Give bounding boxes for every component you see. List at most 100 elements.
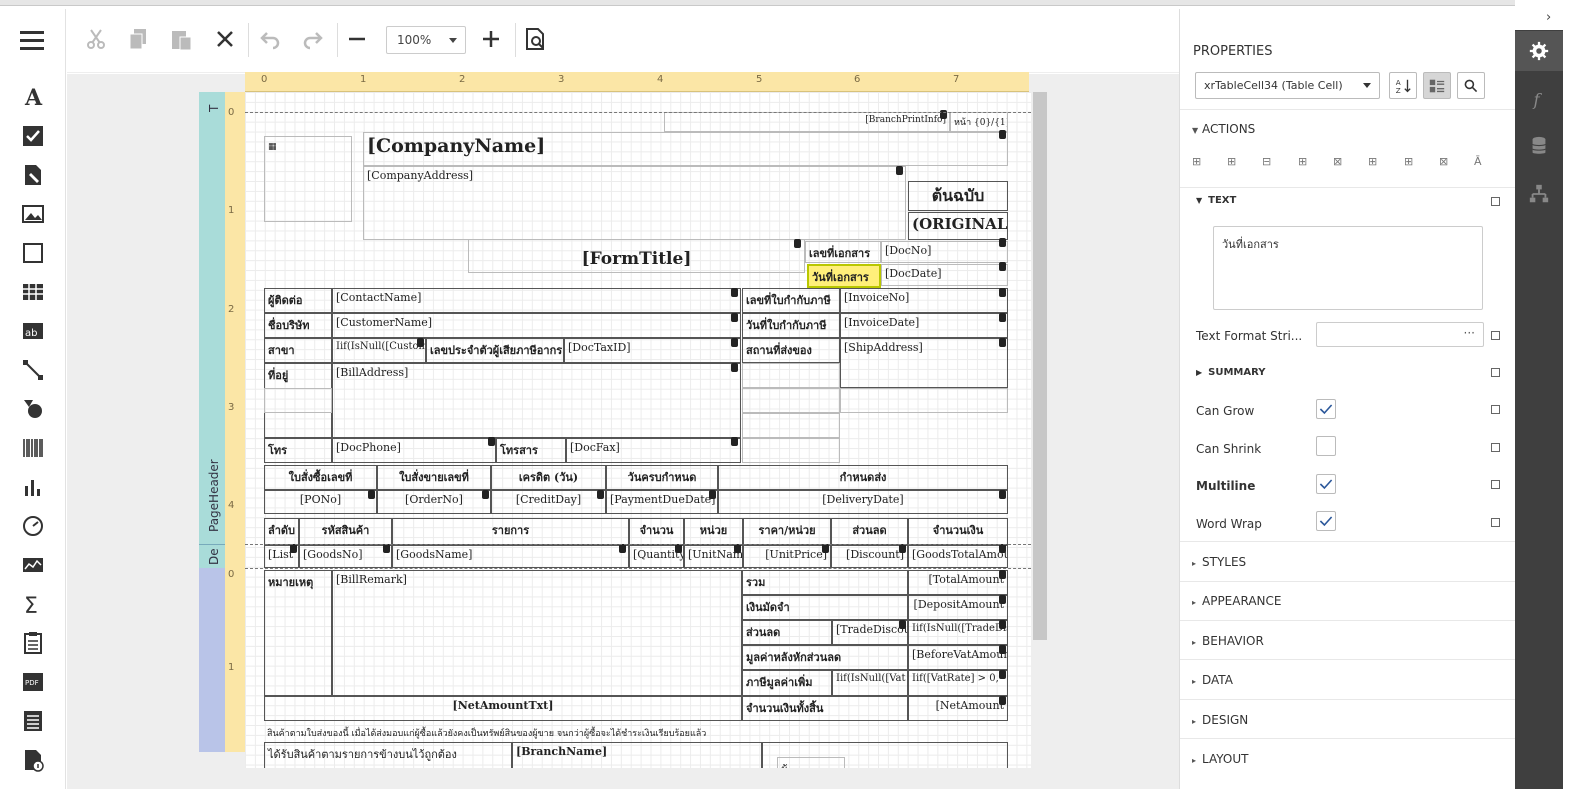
total-amount-cell[interactable]: [TotalAmount bbox=[908, 570, 1008, 595]
branch-name-cell[interactable]: [BranchName] bbox=[512, 742, 762, 768]
can-grow-checkbox[interactable] bbox=[1316, 399, 1336, 419]
property-marker-square[interactable] bbox=[1491, 368, 1500, 377]
detail-unit-price-cell[interactable]: [UnitPrice] bbox=[743, 545, 831, 568]
delivery-label-cell[interactable]: กำหนดส่ง bbox=[718, 465, 1008, 490]
company-label-cell[interactable]: ชื่อบริษัท bbox=[264, 313, 332, 338]
property-marker-square[interactable] bbox=[1491, 518, 1500, 527]
blank-cell[interactable] bbox=[840, 388, 1008, 413]
col-seq-header[interactable]: ลำดับ bbox=[264, 518, 299, 545]
doc-no-cell[interactable]: [DocNo] bbox=[881, 241, 1008, 263]
character-comb-tool-icon[interactable]: ab bbox=[18, 316, 48, 346]
table-of-contents-tool-icon[interactable] bbox=[18, 706, 48, 736]
bill-address-cell[interactable]: [BillAddress] bbox=[332, 363, 741, 438]
deposit-amount-cell[interactable]: [DepositAmount bbox=[908, 595, 1008, 620]
fit-text-icon[interactable]: Ā bbox=[1474, 155, 1482, 168]
property-marker-square[interactable] bbox=[1491, 197, 1500, 206]
blank-cell[interactable] bbox=[742, 438, 840, 463]
invoice-date-cell[interactable]: [InvoiceDate] bbox=[840, 313, 1008, 338]
insert-column-left-icon[interactable]: ⊞ bbox=[1298, 155, 1307, 168]
table-tool-icon[interactable] bbox=[18, 277, 48, 307]
rich-text-tool-icon[interactable] bbox=[18, 160, 48, 190]
component-selector[interactable]: xrTableCell34 (Table Cell) bbox=[1195, 72, 1380, 99]
fax-label-cell[interactable]: โทรสาร bbox=[496, 438, 566, 463]
report-explorer-tab[interactable] bbox=[1515, 174, 1563, 214]
panel-tool-icon[interactable] bbox=[18, 238, 48, 268]
col-code-header[interactable]: รหัสสินค้า bbox=[299, 518, 392, 545]
detail-goods-total-cell[interactable]: [GoodsTotalAmount bbox=[908, 545, 1008, 568]
vat-label-cell[interactable]: ภาษีมูลค่าเพิ่ม bbox=[742, 670, 832, 696]
contact-name-cell[interactable]: [ContactName] bbox=[332, 288, 741, 313]
section-behavior[interactable]: ▸ BEHAVIOR bbox=[1192, 634, 1264, 648]
doc-date-label-cell-selected[interactable]: วันที่เอกสาร bbox=[807, 264, 881, 288]
bill-remark-cell[interactable]: [BillRemark] bbox=[332, 570, 742, 696]
signer-cell[interactable]: ผู้ bbox=[777, 757, 845, 768]
copy-icon[interactable] bbox=[122, 23, 154, 55]
col-desc-header[interactable]: รายการ bbox=[392, 518, 629, 545]
blank-cell[interactable] bbox=[742, 388, 840, 413]
page-info-cell[interactable]: หน้า {0}/{1} bbox=[950, 112, 1008, 132]
categorized-view-button[interactable] bbox=[1423, 72, 1451, 99]
branch-print-info-cell[interactable]: [BranchPrintInfo] bbox=[664, 112, 950, 132]
hamburger-menu-icon[interactable] bbox=[20, 31, 44, 53]
received-note-cell[interactable]: ได้รับสินค้าตามรายการข้างบนไว้ถูกต้อง bbox=[264, 742, 512, 768]
sparkline-tool-icon[interactable] bbox=[18, 550, 48, 580]
detail-discount-cell[interactable]: [Discount] bbox=[831, 545, 908, 568]
page-info-tool-icon[interactable] bbox=[18, 628, 48, 658]
before-vat-cell[interactable]: [BeforeVatAmount bbox=[908, 645, 1008, 670]
branch-expr-cell[interactable]: Iif(IsNull([Custom bbox=[332, 338, 426, 363]
vat-expr1-cell[interactable]: Iif(IsNull([Vat bbox=[832, 670, 908, 696]
detail-goods-name-cell[interactable]: [GoodsName] bbox=[392, 545, 629, 568]
before-vat-label-cell[interactable]: มูลค่าหลังหักส่วนลด bbox=[742, 645, 908, 670]
col-unit-header[interactable]: หน่วย bbox=[684, 518, 743, 545]
property-marker-square[interactable] bbox=[1491, 331, 1500, 340]
property-marker-square[interactable] bbox=[1491, 405, 1500, 414]
insert-row-below-icon[interactable]: ⊞ bbox=[1227, 155, 1236, 168]
trade-discount-expr-cell[interactable]: Iif(IsNull([TradeDis bbox=[908, 620, 1008, 645]
page-info-detail-tool-icon[interactable] bbox=[18, 745, 48, 775]
phone-label-cell[interactable]: โทร bbox=[264, 438, 332, 463]
col-qty-header[interactable]: จำนวน bbox=[629, 518, 684, 545]
checkbox-tool-icon[interactable] bbox=[18, 121, 48, 151]
shape-tool-icon[interactable] bbox=[18, 394, 48, 424]
original-th-cell[interactable]: ต้นฉบับ bbox=[908, 181, 1008, 211]
section-layout[interactable]: ▸ LAYOUT bbox=[1192, 752, 1248, 766]
properties-tab[interactable] bbox=[1515, 31, 1563, 71]
invoice-no-cell[interactable]: [InvoiceNo] bbox=[840, 288, 1008, 313]
property-marker-square[interactable] bbox=[1491, 480, 1500, 489]
invoice-no-label-cell[interactable]: เลขที่ใบกำกับภาษี bbox=[742, 288, 840, 313]
remark-label-cell[interactable]: หมายเหตุ bbox=[264, 570, 332, 696]
text-value-editor[interactable]: วันที่เอกสาร bbox=[1213, 226, 1483, 310]
delete-column-icon[interactable]: ⊠ bbox=[1333, 155, 1342, 168]
signature-block[interactable]: ผู้ bbox=[762, 742, 1008, 768]
ship-address-cell[interactable]: [ShipAddress] bbox=[840, 338, 1008, 388]
multiline-checkbox[interactable] bbox=[1316, 474, 1336, 494]
form-title-cell[interactable]: [FormTitle] bbox=[468, 239, 805, 273]
split-cells-icon[interactable]: ⊠ bbox=[1439, 155, 1448, 168]
doc-phone-cell[interactable]: [DocPhone] bbox=[332, 438, 496, 463]
vat-expr2-cell[interactable]: Iif([VatRate] > 0, bbox=[908, 670, 1008, 696]
zoom-out-icon[interactable] bbox=[341, 23, 373, 55]
section-appearance[interactable]: ▸ APPEARANCE bbox=[1192, 594, 1281, 608]
payment-due-cell[interactable]: [PaymentDueDate] bbox=[606, 490, 718, 514]
word-wrap-checkbox[interactable] bbox=[1316, 511, 1336, 531]
summary-tool-icon[interactable]: Σ bbox=[18, 589, 48, 619]
expressions-tab[interactable]: f bbox=[1515, 79, 1563, 119]
ownership-note-cell[interactable]: สินค้าตามใบส่งของนี้ เมื่อได้ส่งมอบแก่ผู… bbox=[264, 724, 1008, 742]
company-name-cell[interactable]: [CompanyName] bbox=[363, 132, 1008, 166]
preview-icon[interactable] bbox=[519, 23, 551, 55]
col-amount-header[interactable]: จำนวนเงิน bbox=[908, 518, 1008, 545]
customer-name-cell[interactable]: [CustomerName] bbox=[332, 313, 741, 338]
collapse-chevron-icon[interactable]: › bbox=[1546, 10, 1551, 25]
cut-icon[interactable] bbox=[80, 23, 112, 55]
paste-icon[interactable] bbox=[165, 23, 197, 55]
line-tool-icon[interactable] bbox=[18, 355, 48, 385]
zoom-select[interactable]: 100% bbox=[386, 26, 466, 54]
doc-fax-cell[interactable]: [DocFax] bbox=[566, 438, 741, 463]
undo-icon[interactable] bbox=[254, 23, 286, 55]
label-tool-icon[interactable]: A bbox=[18, 82, 48, 112]
blank-cell[interactable] bbox=[742, 413, 840, 438]
pdf-content-tool-icon[interactable]: PDF bbox=[18, 667, 48, 697]
band-detail[interactable]: De bbox=[199, 544, 225, 568]
blank-cell[interactable] bbox=[264, 388, 332, 413]
net-amount-text-cell[interactable]: [NetAmountTxt] bbox=[264, 696, 742, 721]
